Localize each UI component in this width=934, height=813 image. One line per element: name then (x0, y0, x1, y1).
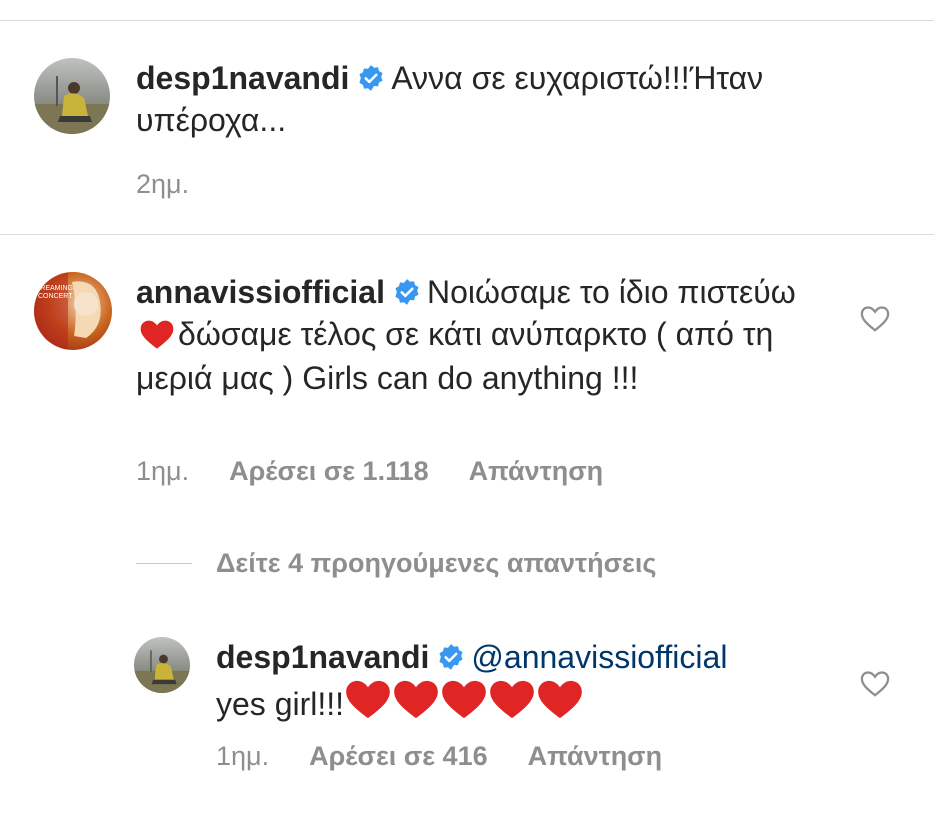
reply-text: yes girl!!! (216, 686, 345, 722)
likes-count-link[interactable]: Αρέσει σε 416 (309, 741, 488, 771)
view-replies-label[interactable]: Δείτε 4 προηγούμενες απαντήσεις (216, 548, 656, 579)
comment-text: δώσαμε τέλος σε κάτι ανύπαρκτο ( από τη … (136, 316, 774, 396)
comment-divider (0, 234, 934, 235)
mention-link[interactable]: @annavissiofficial (471, 639, 727, 675)
reply-meta: 1ημ. Αρέσει σε 416 Απάντηση (216, 740, 662, 772)
like-heart-icon[interactable] (860, 305, 890, 338)
comment-text: Νοιώσαμε το ίδιο πιστεύω (426, 274, 796, 310)
comment-body: annavissiofficial Νοιώσαμε το ίδιο πιστεύ… (136, 273, 816, 398)
top-divider (0, 20, 934, 21)
red-heart-emoji (394, 680, 438, 729)
verified-badge-icon (393, 276, 421, 315)
reply-button[interactable]: Απάντηση (469, 456, 604, 486)
red-heart-emoji (140, 320, 174, 359)
svg-text:CONCERT: CONCERT (38, 293, 73, 300)
red-heart-emoji (442, 680, 486, 729)
red-heart-emoji (538, 680, 582, 729)
svg-text:TREAMING: TREAMING (36, 285, 73, 292)
comment-time[interactable]: 1ημ. (136, 456, 189, 486)
avatar[interactable] (134, 637, 190, 693)
red-heart-emoji (346, 680, 390, 729)
replies-line (136, 562, 192, 564)
reply-button[interactable]: Απάντηση (528, 741, 663, 771)
avatar[interactable] (34, 58, 110, 134)
view-previous-replies[interactable]: Δείτε 4 προηγούμενες απαντήσεις (136, 545, 656, 581)
verified-badge-icon (437, 641, 465, 680)
comment-username[interactable]: annavissiofficial (136, 274, 385, 310)
comment-meta: 1ημ. Αρέσει σε 1.118 Απάντηση (136, 455, 603, 487)
comment-body: desp1navandi Αννα σε ευχαριστώ!!!Ήταν υπέ… (136, 59, 856, 140)
comment-time[interactable]: 2ημ. (136, 169, 189, 199)
like-heart-icon[interactable] (860, 670, 890, 703)
reply-body: desp1navandi @annavissiofficial yes girl!… (216, 638, 836, 729)
comment-meta: 2ημ. (136, 168, 189, 200)
red-heart-emoji (490, 680, 534, 729)
reply-username[interactable]: desp1navandi (216, 639, 429, 675)
verified-badge-icon (357, 62, 385, 101)
comment-username[interactable]: desp1navandi (136, 60, 349, 96)
reply-time[interactable]: 1ημ. (216, 741, 269, 771)
avatar[interactable]: TREAMING CONCERT (34, 272, 112, 350)
likes-count-link[interactable]: Αρέσει σε 1.118 (229, 456, 429, 486)
